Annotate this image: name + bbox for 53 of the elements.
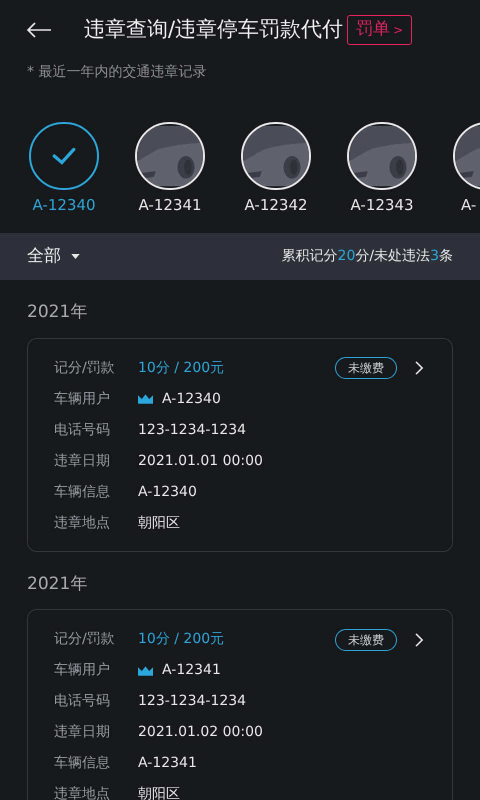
- field-value: 123-1234-1234: [138, 692, 246, 711]
- violation-card[interactable]: 记分/罚款 10分 / 200元 未缴费 车辆用户 A-12340 电话号码 123-1234-1234 违章日期 2021.01.01 00:00 车辆信息 A-12340 违章地点 朝阳区: [27, 338, 453, 552]
- plate-label: A-12343: [350, 195, 414, 215]
- field-value: 朝阳区: [138, 514, 180, 532]
- crown-icon: [138, 666, 153, 676]
- ticket-button[interactable]: 罚单 >: [347, 15, 412, 45]
- field-value: A-12341: [138, 754, 197, 773]
- selected-vehicle-button[interactable]: [29, 122, 99, 190]
- car-photo-placeholder: [137, 124, 203, 188]
- field-label: 违章地点: [54, 514, 111, 532]
- caret-icon: [71, 254, 80, 259]
- vehicle-button[interactable]: [135, 122, 205, 190]
- field-label: 记分/罚款: [54, 630, 116, 649]
- plate-label: A-12340: [32, 195, 96, 215]
- chevron-right-icon[interactable]: [415, 632, 424, 646]
- plate-label: A-12342: [244, 195, 308, 215]
- field-label: 违章地点: [54, 785, 111, 800]
- chevron-right-icon[interactable]: [415, 361, 424, 375]
- field-label: 电话号码: [54, 692, 111, 711]
- field-value: A-12340: [138, 482, 197, 502]
- field-label: 车辆用户: [54, 661, 111, 680]
- year-heading: 2021年: [27, 572, 88, 596]
- field-value: 2021.01.02 00:00: [138, 723, 263, 742]
- page-title: 违章查询/违章停车罚款代付: [84, 16, 344, 44]
- field-value: 2021.01.01 00:00: [138, 452, 263, 470]
- car-photo-placeholder: [349, 124, 415, 188]
- violation-summary: 累积记分20分/未处违法3条: [282, 247, 453, 266]
- filter-dropdown[interactable]: 全部: [27, 244, 80, 270]
- field-label: 车辆用户: [54, 390, 111, 408]
- back-arrow-icon[interactable]: [26, 22, 52, 38]
- records-note: * 最近一年内的交通违章记录: [26, 63, 208, 82]
- plate-label: A-: [461, 195, 476, 215]
- car-photo-placeholder: [243, 124, 309, 188]
- fine-value: 10分 / 200元: [138, 358, 224, 378]
- field-value: 朝阳区: [138, 785, 180, 800]
- field-label: 车辆信息: [54, 754, 111, 773]
- vehicle-button[interactable]: [241, 122, 311, 190]
- field-value: A-12341: [162, 661, 221, 680]
- fine-value: 10分 / 200元: [138, 630, 224, 649]
- year-heading: 2021年: [27, 301, 88, 324]
- plate-label: A-12341: [138, 195, 202, 215]
- field-label: 记分/罚款: [54, 358, 116, 378]
- field-value: A-12340: [162, 390, 221, 408]
- violation-card[interactable]: 记分/罚款 10分 / 200元 未缴费 车辆用户 A-12341 电话号码 123-1234-1234 违章日期 2021.01.02 00:00 车辆信息 A-12341 违章地点 朝阳区: [27, 609, 453, 800]
- field-value: 123-1234-1234: [138, 420, 246, 440]
- status-badge: 未缴费: [335, 357, 397, 379]
- field-label: 电话号码: [54, 420, 111, 440]
- crown-icon: [138, 394, 153, 404]
- field-label: 违章日期: [54, 452, 111, 470]
- field-label: 违章日期: [54, 723, 111, 742]
- vehicle-button[interactable]: [347, 122, 417, 190]
- status-badge: 未缴费: [335, 628, 397, 650]
- field-label: 车辆信息: [54, 482, 111, 502]
